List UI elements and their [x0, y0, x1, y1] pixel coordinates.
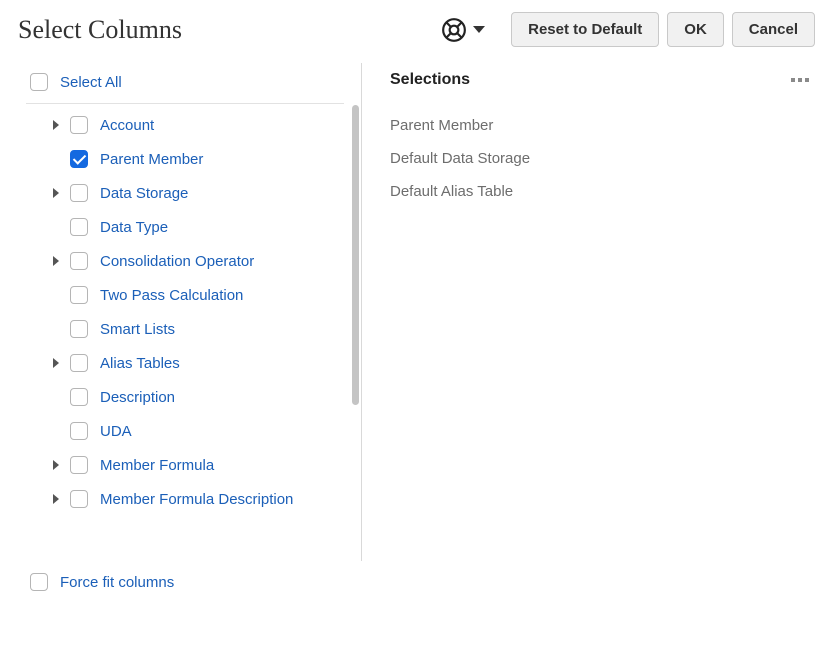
help-dropdown[interactable]: [441, 17, 485, 43]
column-checkbox[interactable]: [70, 286, 88, 304]
force-fit-label[interactable]: Force fit columns: [60, 574, 174, 591]
caret-right-icon: [53, 120, 59, 130]
ok-button[interactable]: OK: [667, 12, 724, 47]
caret-right-icon: [53, 494, 59, 504]
select-all-row: Select All: [0, 65, 362, 99]
header-actions: Reset to Default OK Cancel: [441, 12, 815, 47]
column-label[interactable]: Consolidation Operator: [100, 253, 254, 270]
tree-row: Parent Member: [0, 142, 362, 176]
dialog-body: Select All Account Parent Member Data Stor…: [0, 55, 833, 615]
selections-panel: Selections Parent MemberDefault Data Sto…: [362, 55, 833, 615]
column-label[interactable]: Two Pass Calculation: [100, 287, 243, 304]
select-all-label[interactable]: Select All: [60, 74, 122, 91]
column-label[interactable]: Member Formula: [100, 457, 214, 474]
column-checkbox[interactable]: [70, 388, 88, 406]
column-label[interactable]: Description: [100, 389, 175, 406]
columns-tree-panel: Select All Account Parent Member Data Stor…: [0, 55, 362, 615]
chevron-down-icon: [473, 26, 485, 33]
caret-right-icon: [53, 358, 59, 368]
tree-row: Smart Lists: [0, 312, 362, 346]
column-checkbox[interactable]: [70, 456, 88, 474]
expand-toggle[interactable]: [48, 256, 64, 266]
column-checkbox[interactable]: [70, 490, 88, 508]
expand-toggle[interactable]: [48, 120, 64, 130]
column-label[interactable]: Alias Tables: [100, 355, 180, 372]
column-label[interactable]: Data Type: [100, 219, 168, 236]
dots-icon: [791, 78, 795, 82]
column-checkbox[interactable]: [70, 252, 88, 270]
column-label[interactable]: UDA: [100, 423, 132, 440]
tree-row: UDA: [0, 414, 362, 448]
selection-item[interactable]: Parent Member: [390, 109, 813, 142]
column-label[interactable]: Smart Lists: [100, 321, 175, 338]
column-checkbox[interactable]: [70, 320, 88, 338]
tree-row: Member Formula: [0, 448, 362, 482]
column-label[interactable]: Data Storage: [100, 185, 188, 202]
tree-row: Account: [0, 108, 362, 142]
cancel-button[interactable]: Cancel: [732, 12, 815, 47]
expand-toggle[interactable]: [48, 460, 64, 470]
tree-row: Two Pass Calculation: [0, 278, 362, 312]
column-checkbox[interactable]: [70, 422, 88, 440]
expand-toggle[interactable]: [48, 358, 64, 368]
tree-row: Member Formula Description: [0, 482, 362, 516]
column-checkbox[interactable]: [70, 184, 88, 202]
column-checkbox[interactable]: [70, 218, 88, 236]
caret-right-icon: [53, 188, 59, 198]
caret-right-icon: [53, 256, 59, 266]
dialog-header: Select Columns Reset to Default OK Cance…: [0, 0, 833, 55]
selection-item[interactable]: Default Data Storage: [390, 142, 813, 175]
select-all-checkbox[interactable]: [30, 73, 48, 91]
column-label[interactable]: Account: [100, 117, 154, 134]
tree-row: Data Storage: [0, 176, 362, 210]
selections-heading: Selections: [390, 71, 470, 89]
tree-row: Alias Tables: [0, 346, 362, 380]
separator: [26, 103, 344, 104]
more-options-button[interactable]: [787, 74, 813, 86]
selection-item[interactable]: Default Alias Table: [390, 175, 813, 208]
force-fit-row: Force fit columns: [0, 565, 362, 599]
force-fit-checkbox[interactable]: [30, 573, 48, 591]
dialog-title: Select Columns: [18, 15, 182, 45]
tree-row: Consolidation Operator: [0, 244, 362, 278]
column-label[interactable]: Parent Member: [100, 151, 203, 168]
column-label[interactable]: Member Formula Description: [100, 491, 293, 508]
column-checkbox[interactable]: [70, 116, 88, 134]
tree-row: Description: [0, 380, 362, 414]
lifebuoy-icon: [441, 17, 467, 43]
column-checkbox[interactable]: [70, 354, 88, 372]
reset-to-default-button[interactable]: Reset to Default: [511, 12, 659, 47]
expand-toggle[interactable]: [48, 188, 64, 198]
scrollbar[interactable]: [352, 105, 359, 405]
tree-row: Data Type: [0, 210, 362, 244]
caret-right-icon: [53, 460, 59, 470]
expand-toggle[interactable]: [48, 494, 64, 504]
column-checkbox[interactable]: [70, 150, 88, 168]
